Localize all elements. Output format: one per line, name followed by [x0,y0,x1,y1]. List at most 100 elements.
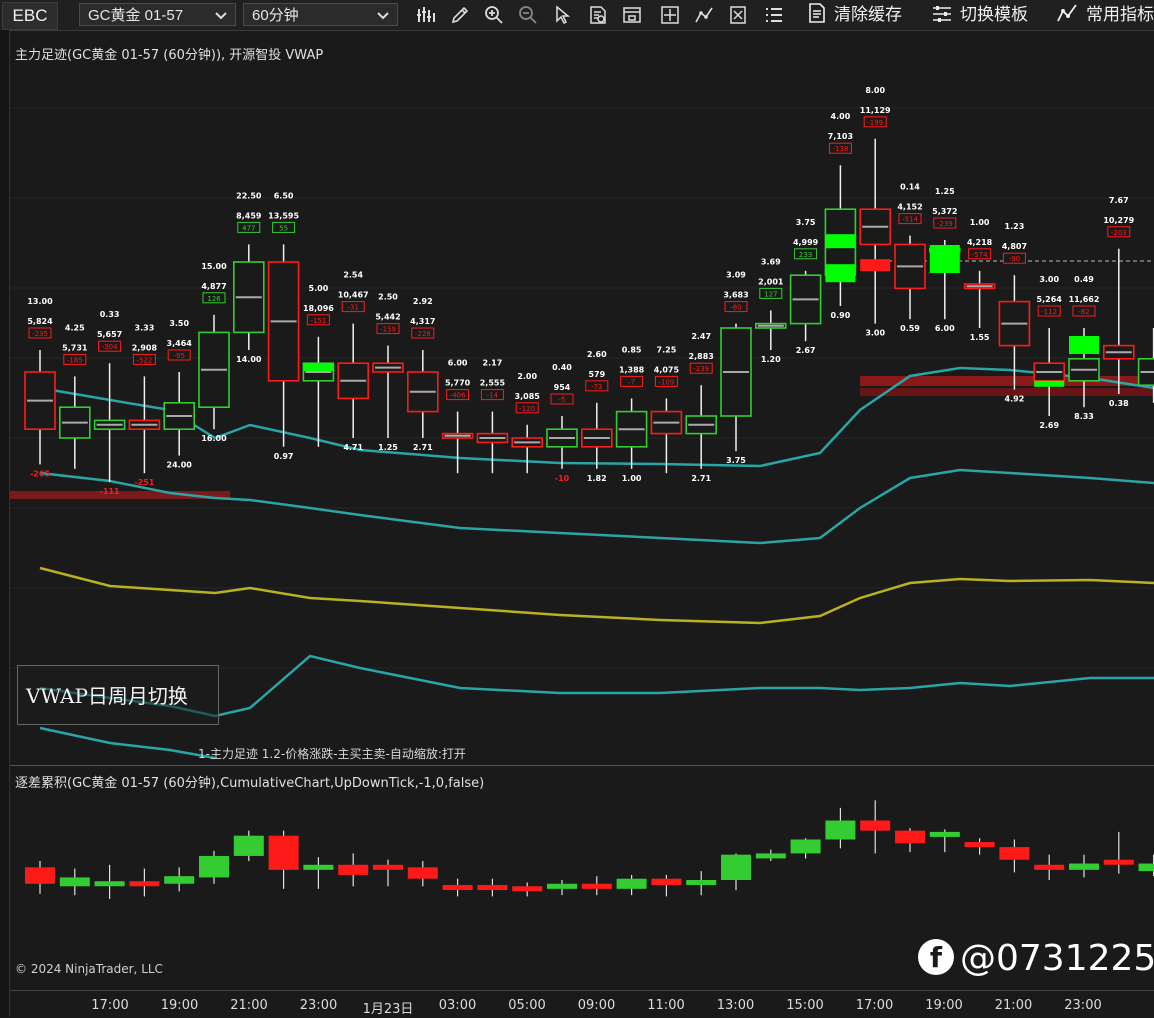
clear-cache-label: 清除缓存 [834,5,902,25]
bar-label-delta: -239 [937,220,953,228]
bar-label-foot: 0.59 [900,324,920,333]
price-panel[interactable]: 13.00 5,824 -235 -265 4.25 5,731 -185 0.33 5,657… [10,38,1154,766]
vwap-toggle-button[interactable]: VWAP日周月切换 [17,665,219,725]
template-icon[interactable] [728,5,748,25]
cumulative-candle [790,838,821,859]
bar-label-delta: -228 [415,330,431,338]
cumulative-candle [581,876,612,896]
switch-template-button[interactable]: 切换模板 [932,0,1028,30]
cumulative-candle [651,874,682,897]
time-tick-label: 19:00 [160,998,199,1013]
cumulative-candle [477,878,508,897]
cursor-icon[interactable] [552,5,572,25]
left-edge [0,30,10,1017]
cumulative-candle [860,800,891,854]
cumulative-body [755,853,786,859]
bar-label-ratio: 0.33 [100,310,120,319]
bar-label-ratio: 0.14 [900,183,920,192]
bar-label-foot: -251 [134,478,154,487]
common-indicators-button[interactable]: 常用指标 [1056,0,1154,30]
imbalance-highlight [825,264,856,283]
bar-label-ratio: 2.00 [517,372,537,381]
bar-label-delta: 126 [207,295,221,303]
bar-label-volume: 5,264 [1037,295,1063,304]
indicator-panel-title: 逐差累积(GC黄金 01-57 (60分钟),CumulativeChart,U… [15,776,485,791]
cumulative-candle [686,871,717,896]
bar-label-volume: 5,372 [932,207,957,216]
list-icon[interactable] [764,5,784,25]
bar-label-foot: 3.75 [726,456,746,465]
bar-label-delta: -5 [559,396,566,404]
imbalance-highlight [825,234,856,249]
cumulative-candle [233,830,264,861]
timeframe-select[interactable]: 60分钟 [243,3,398,26]
bar-label-foot: 2.71 [413,443,433,452]
bar-label-foot: -265 [30,469,50,478]
bar-label-ratio: 2.50 [378,293,398,302]
common-indicators-label: 常用指标 [1086,5,1154,25]
bar-label-volume: 3,464 [167,339,193,348]
cumulative-body [1069,863,1099,870]
crosshair-icon[interactable] [660,5,680,25]
copyright: © 2024 NinjaTrader, LLC [15,962,163,976]
cumulative-body [268,835,299,870]
pencil-icon[interactable] [450,5,470,25]
cumulative-body [303,864,334,870]
bar-label-foot: 8.33 [1074,412,1094,421]
bar-label-foot: 0.38 [1109,399,1129,408]
candle: 2.92 4,317 -228 2.71 [406,297,439,452]
zoom-in-icon[interactable] [484,5,504,25]
bar-label-volume: 4,218 [967,238,993,247]
imbalance-highlight [1034,380,1065,387]
time-axis[interactable]: 17:00 19:00 21:00 23:00 1月23日 03:00 05:00 09:00… [10,990,1154,1018]
cumulative-body [999,847,1030,860]
cumulative-body [1138,863,1154,872]
bar-label-ratio: 2.54 [343,271,363,280]
zoom-out-icon[interactable] [518,5,538,25]
window-link-icon[interactable] [622,5,642,25]
bar-label-delta: -522 [136,356,152,364]
bar-label-delta: -574 [972,251,988,259]
bar-label-delta: 55 [279,224,288,232]
candle: 2.47 2,883 -239 2.71 [685,332,718,483]
time-tick-label: 21:00 [994,998,1033,1013]
bar-label-delta: -138 [832,145,848,153]
cumulative-body [442,885,473,891]
broker-label[interactable]: EBC [2,2,58,30]
clear-cache-button[interactable]: 清除缓存 [808,0,902,30]
candle: 1.00 4,218 -574 1.55 [963,218,996,342]
trend-line-icon[interactable] [694,5,714,25]
switch-template-label: 切换模板 [960,5,1028,25]
bar-label-delta: -304 [102,343,118,351]
bar-label-volume: 4,999 [793,238,819,247]
cumulative-body [1103,859,1134,865]
bar-label-foot: 1.25 [378,443,398,452]
imbalance-highlight [860,259,891,272]
bar-label-delta: -159 [380,326,396,334]
bar-label-volume: 13,595 [268,211,299,220]
data-box-icon[interactable] [588,5,608,25]
bar-label-delta: -203 [1111,229,1127,237]
cumulative-body [860,820,891,831]
instrument-select[interactable]: GC黄金 01-57 [79,3,236,26]
bar-label-ratio: 15.00 [201,262,227,271]
price-chart-svg[interactable]: 13.00 5,824 -235 -265 4.25 5,731 -185 0.33 5,657… [10,38,1154,766]
bar-label-foot: 4.92 [1005,395,1025,404]
time-tick-label: 03:00 [438,998,477,1013]
time-tick-label: 21:00 [230,998,268,1013]
bar-label-foot: 16.00 [201,434,227,443]
sliders-icon [933,6,951,22]
cumulative-candle [929,829,960,853]
bar-label-foot: 24.00 [167,461,193,470]
bar-chart-style-icon[interactable] [416,5,436,25]
bar-label-ratio: 3.33 [135,323,155,332]
bar-label-delta: 127 [764,290,777,298]
bar-label-foot: 3.00 [865,329,885,338]
time-tick-label: 09:00 [577,998,616,1013]
vwap-lower-band-2 [39,726,216,760]
bar-label-delta: -239 [693,365,709,373]
cumulative-body [407,867,438,879]
candle: 3.09 3,683 -80 3.75 [720,271,752,465]
cumulative-candle [199,850,229,884]
bar-label-volume: 11,129 [860,106,891,115]
